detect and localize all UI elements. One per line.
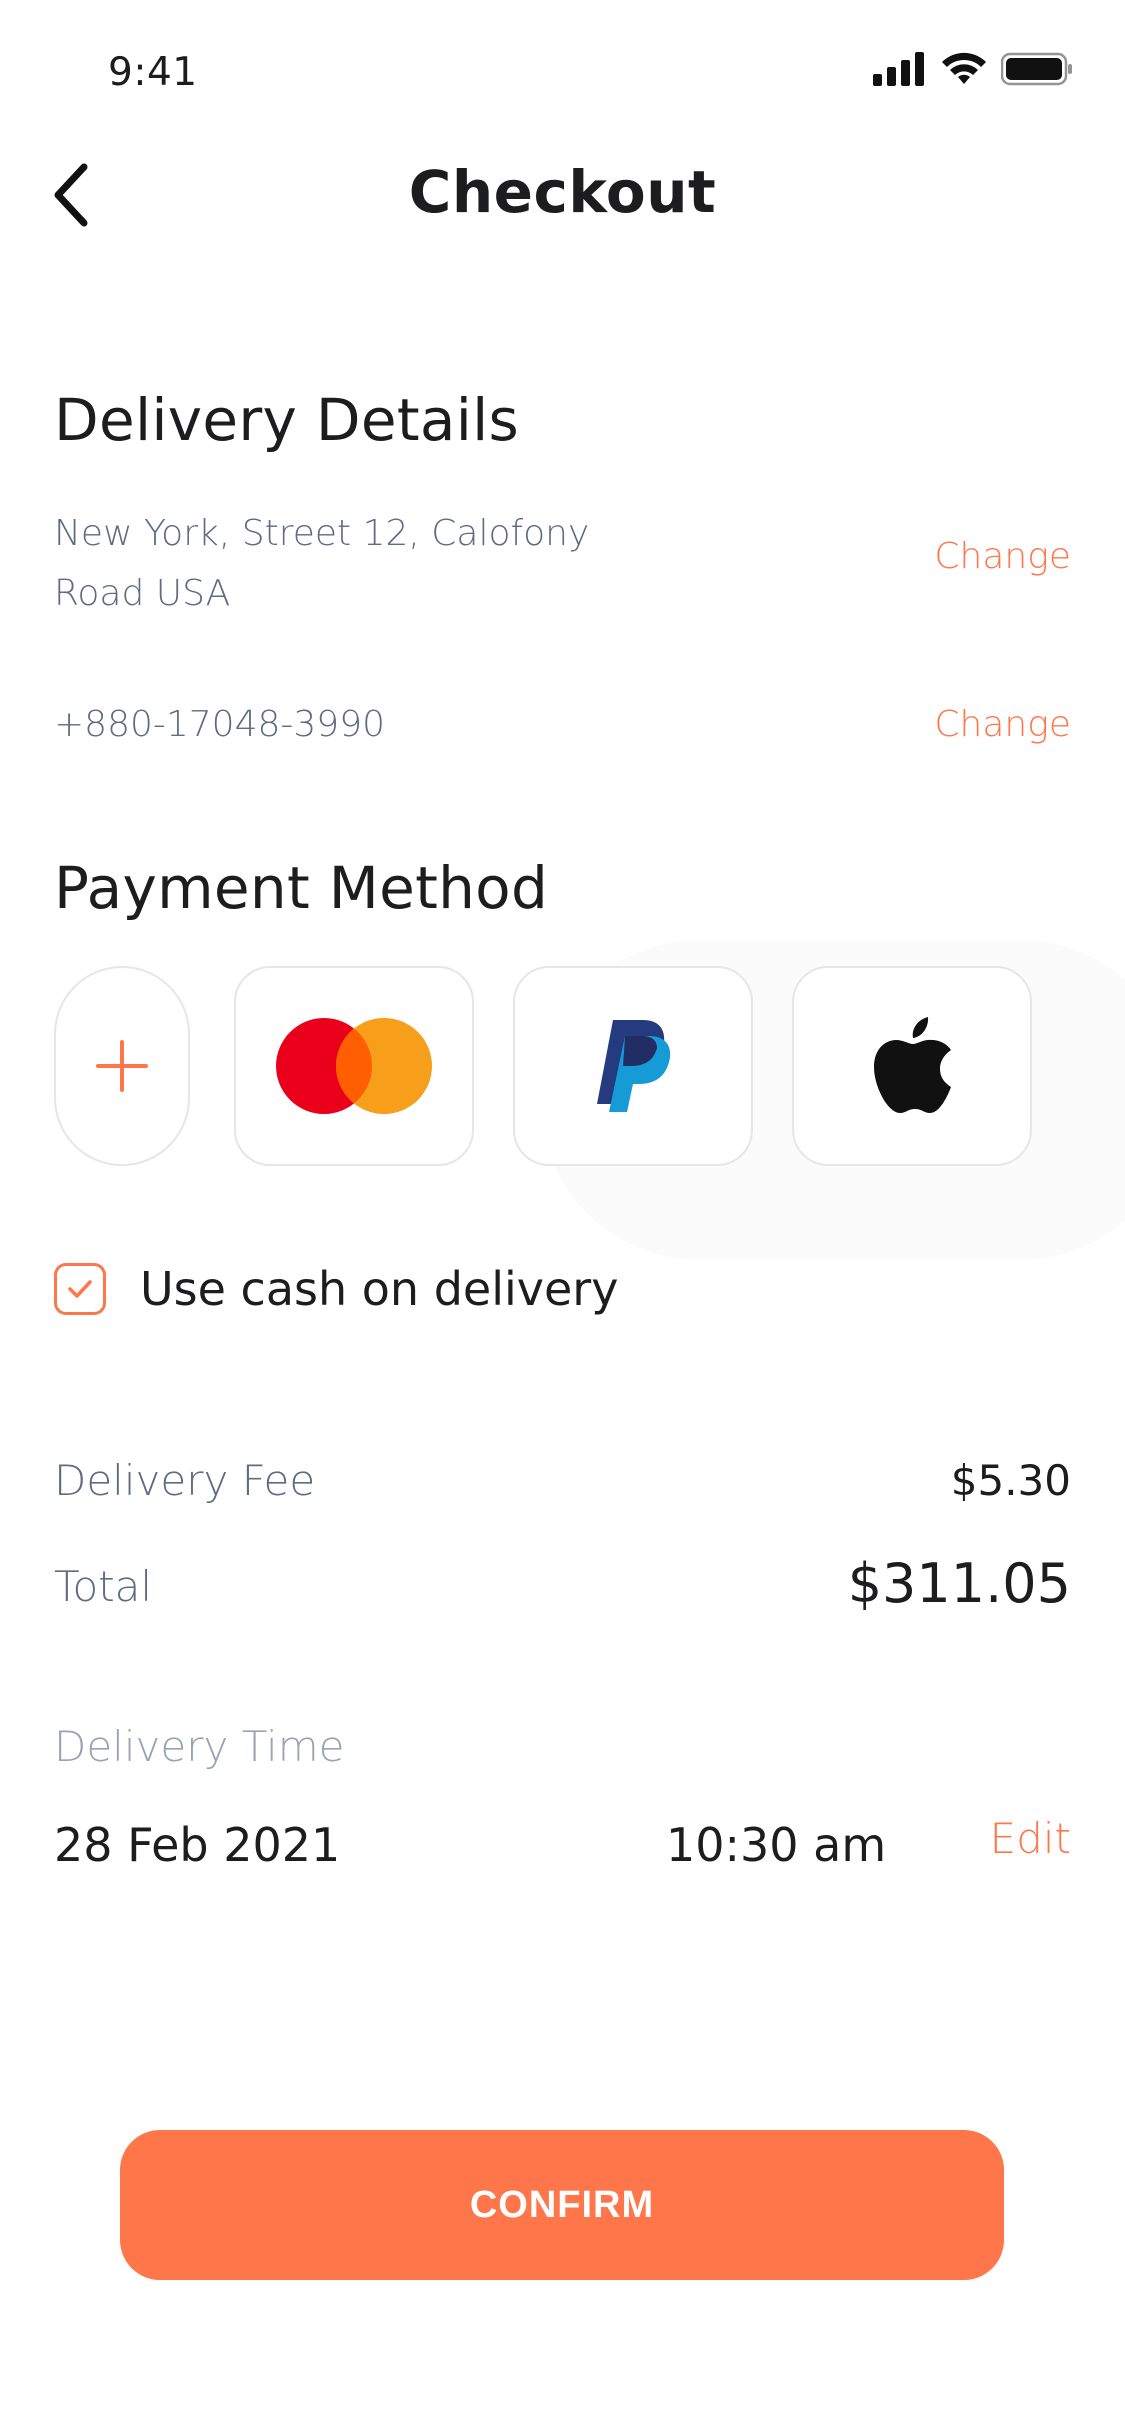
status-icons: [873, 52, 1073, 86]
delivery-fee-value: $5.30: [950, 1456, 1071, 1505]
payment-option-paypal[interactable]: [513, 966, 753, 1166]
wifi-icon: [942, 52, 986, 84]
delivery-phone: +880-17048-3990: [54, 704, 385, 745]
delivery-address: New York, Street 12, Calofony Road USA: [54, 513, 590, 614]
change-address-link[interactable]: Change: [934, 536, 1071, 577]
delivery-details-heading: Delivery Details: [54, 386, 520, 454]
total-label: Total: [54, 1562, 153, 1611]
signal-icon: [873, 52, 924, 86]
delivery-time-label: Delivery Time: [54, 1722, 345, 1771]
paypal-icon: [597, 1020, 671, 1112]
payment-option-apple-pay[interactable]: [792, 966, 1032, 1166]
delivery-time-value: 10:30 am: [666, 1818, 887, 1872]
cash-on-delivery-option[interactable]: Use cash on delivery: [54, 1262, 618, 1316]
plus-icon: [96, 1040, 148, 1092]
page-title: Checkout: [408, 158, 717, 226]
confirm-button[interactable]: CONFIRM: [120, 2130, 1004, 2280]
payment-method-heading: Payment Method: [54, 854, 549, 922]
total-value: $311.05: [847, 1552, 1071, 1615]
cash-on-delivery-checkbox[interactable]: [54, 1263, 106, 1315]
confirm-button-label: CONFIRM: [469, 2183, 655, 2226]
check-icon: [68, 1280, 92, 1298]
add-payment-button[interactable]: [54, 966, 190, 1166]
apple-icon: [874, 1017, 951, 1113]
status-time: 9:41: [108, 50, 198, 95]
change-phone-link[interactable]: Change: [934, 704, 1071, 745]
edit-delivery-time-link[interactable]: Edit: [990, 1814, 1071, 1863]
mastercard-icon: [276, 1018, 432, 1114]
cash-on-delivery-label: Use cash on delivery: [140, 1262, 619, 1316]
payment-option-mastercard[interactable]: [234, 966, 474, 1166]
battery-icon: [1001, 52, 1072, 86]
delivery-fee-label: Delivery Fee: [54, 1456, 316, 1505]
delivery-date: 28 Feb 2021: [54, 1818, 341, 1872]
